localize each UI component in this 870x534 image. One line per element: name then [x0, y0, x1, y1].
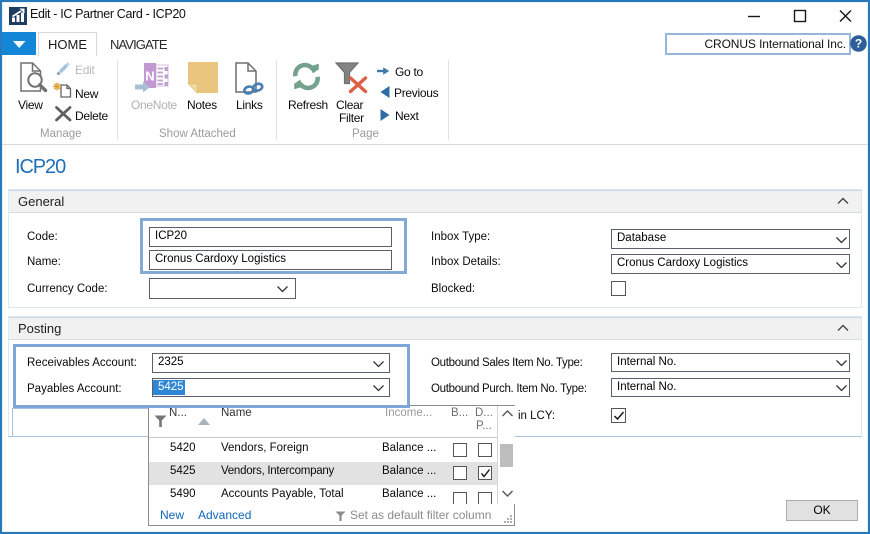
svg-text:N: N — [145, 69, 154, 84]
svg-text:?: ? — [855, 37, 862, 51]
